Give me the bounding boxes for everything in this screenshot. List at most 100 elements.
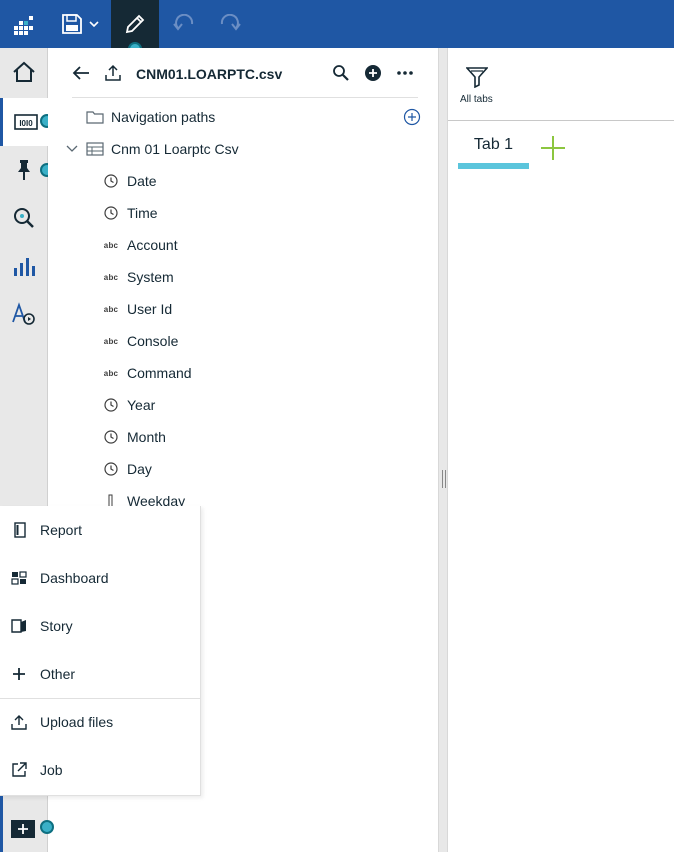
field-row[interactable]: Day (48, 453, 438, 485)
upload-icon (105, 64, 121, 81)
clock-icon (103, 429, 119, 445)
save-icon (62, 14, 82, 34)
overflow-menu-icon (397, 71, 413, 75)
menu-item-label: Report (40, 522, 83, 538)
clock-icon (103, 205, 119, 221)
edit-pencil-icon (125, 14, 145, 34)
data-sources-icon: I0I0 (13, 114, 38, 130)
dashboard-icon (10, 569, 28, 587)
tab-active-indicator (458, 163, 529, 169)
app-switcher-icon (14, 16, 33, 35)
field-row[interactable]: abc Account (48, 229, 438, 261)
add-tab-button[interactable] (540, 135, 566, 166)
all-tabs-filter-button[interactable] (465, 66, 489, 93)
field-row[interactable]: abc Console (48, 325, 438, 357)
edit-mode-button[interactable] (111, 0, 159, 48)
menu-item-label: Job (40, 762, 63, 778)
field-row[interactable]: Date (48, 165, 438, 197)
save-menu-button[interactable] (56, 0, 104, 48)
report-canvas: All tabs Tab 1 (448, 48, 674, 852)
add-navigation-path-button[interactable] (403, 108, 421, 126)
field-label: Day (127, 461, 152, 477)
menu-item-dashboard[interactable]: Dashboard (0, 554, 200, 602)
field-row[interactable]: Year (48, 389, 438, 421)
field-label: Month (127, 429, 166, 445)
field-label: Command (127, 365, 192, 381)
text-shapes-icon (12, 302, 35, 325)
text-shapes-button[interactable] (0, 290, 48, 338)
arrow-left-icon (72, 66, 89, 80)
story-icon (10, 617, 28, 635)
data-source-title: CNM01.LOARPTC.csv (136, 66, 283, 82)
clock-icon (103, 397, 119, 413)
menu-item-label: Story (40, 618, 73, 634)
table-row[interactable]: Cnm 01 Loarptc Csv (48, 133, 438, 165)
search-icon (333, 65, 349, 81)
field-label: User Id (127, 301, 173, 317)
plus-icon (18, 824, 28, 834)
upload-icon (10, 713, 28, 731)
data-panel-header: CNM01.LOARPTC.csv (48, 48, 438, 98)
redo-button[interactable] (212, 0, 248, 48)
tab-1[interactable]: Tab 1 (458, 134, 529, 170)
add-button[interactable] (364, 64, 382, 82)
redo-icon (220, 14, 241, 31)
add-circle-outline-icon (403, 108, 421, 126)
undo-icon (173, 14, 194, 31)
visualizations-icon (14, 258, 35, 276)
menu-item-story[interactable]: Story (0, 602, 200, 650)
panel-splitter[interactable] (438, 48, 448, 852)
plus-icon (541, 136, 565, 160)
navigation-paths-row[interactable]: Navigation paths (48, 101, 438, 133)
launch-icon (10, 761, 28, 779)
field-row[interactable]: Month (48, 421, 438, 453)
text-type-icon: abc (103, 304, 119, 314)
header-divider (72, 97, 418, 98)
field-label: Time (127, 205, 158, 221)
new-menu: Report Dashboard Story Other Upload file… (0, 506, 201, 796)
chevron-down-icon[interactable] (66, 143, 78, 155)
new-button-indicator (0, 796, 3, 852)
menu-item-label: Dashboard (40, 570, 109, 586)
field-row[interactable]: abc User Id (48, 293, 438, 325)
more-options-button[interactable] (396, 64, 414, 82)
clock-icon (103, 461, 119, 477)
back-button[interactable] (72, 64, 90, 82)
all-tabs-label: All tabs (460, 94, 493, 105)
undo-button[interactable] (166, 0, 202, 48)
field-label: Year (127, 397, 156, 413)
menu-item-other[interactable]: Other (0, 650, 200, 698)
visualizations-button[interactable] (0, 242, 48, 290)
app-switcher-button[interactable] (0, 0, 48, 48)
field-label: Console (127, 333, 179, 349)
folder-icon (86, 109, 104, 125)
report-icon (10, 521, 28, 539)
plus-icon (10, 665, 28, 683)
menu-item-upload-files[interactable]: Upload files (0, 698, 200, 746)
clock-icon (103, 173, 119, 189)
hotspot-new[interactable] (40, 820, 54, 834)
filter-bar: All tabs (448, 48, 674, 121)
pin-icon (18, 160, 30, 180)
table-name: Cnm 01 Loarptc Csv (111, 141, 239, 157)
field-row[interactable]: abc Command (48, 357, 438, 389)
navigate-button[interactable] (0, 194, 48, 242)
filter-icon (465, 67, 489, 89)
search-button[interactable] (332, 64, 350, 82)
add-circle-icon (365, 65, 381, 81)
menu-item-report[interactable]: Report (0, 506, 200, 554)
text-type-icon: abc (103, 240, 119, 250)
tab-label: Tab 1 (473, 136, 514, 153)
svg-text:I0I0: I0I0 (19, 119, 33, 128)
new-button[interactable] (11, 820, 35, 838)
app-header (0, 0, 674, 48)
upload-source-button[interactable] (104, 64, 122, 82)
text-type-icon: abc (103, 368, 119, 378)
navigation-paths-label: Navigation paths (111, 109, 216, 125)
field-row[interactable]: abc System (48, 261, 438, 293)
chevron-down-icon (89, 21, 99, 28)
home-button[interactable] (0, 48, 48, 96)
menu-item-job[interactable]: Job (0, 746, 200, 794)
field-row[interactable]: Time (48, 197, 438, 229)
splitter-grip-icon[interactable] (442, 470, 446, 488)
